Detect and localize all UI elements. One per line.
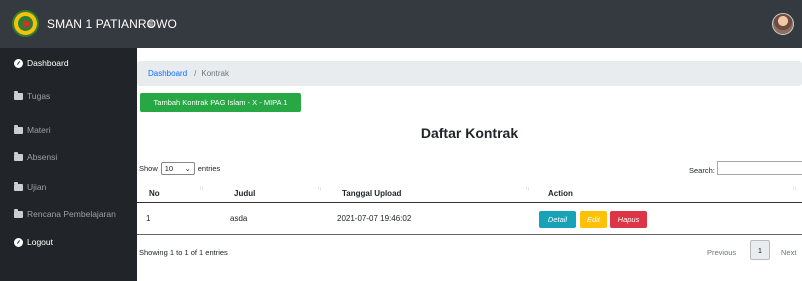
folder-icon (14, 151, 23, 161)
column-header-no[interactable]: No (149, 189, 160, 198)
search-label: Search: (689, 166, 715, 175)
sidebar-item-logout[interactable]: Logout (14, 235, 53, 249)
sidebar-item-rencana-pembelajaran[interactable]: Rencana Pembelajaran (14, 207, 116, 221)
breadcrumb-separator: / (194, 69, 197, 78)
sidebar-item-materi[interactable]: Materi (14, 123, 51, 137)
user-avatar-icon[interactable] (772, 13, 794, 35)
entries-label: entries (197, 164, 221, 173)
pagination-previous[interactable]: Previous (707, 248, 736, 257)
kontrak-table: No ↑↓ Judul ↑↓ Tanggal Upload ↑↓ Action … (137, 180, 802, 235)
sort-icon[interactable]: ↑↓ (199, 186, 204, 192)
pagination-page-1[interactable]: 1 (750, 240, 770, 260)
page-title: Daftar Kontrak (420, 125, 519, 141)
folder-icon (14, 208, 23, 218)
sort-icon[interactable]: ↑↓ (317, 186, 322, 192)
brand-name[interactable]: SMAN 1 PATIANROWO (47, 17, 177, 31)
chevron-down-icon: ⌄ (184, 164, 191, 173)
entries-select-value: 10 (164, 164, 174, 173)
folder-icon (14, 124, 23, 134)
folder-icon (14, 181, 23, 191)
column-header-action[interactable]: Action (548, 189, 573, 198)
sidebar-item-label: Materi (27, 125, 51, 135)
sidebar: Dashboard Tugas Materi Absensi Ujian Ren… (0, 48, 137, 281)
school-emblem-icon[interactable] (12, 10, 39, 37)
table-header-row: No ↑↓ Judul ↑↓ Tanggal Upload ↑↓ Action … (137, 180, 802, 203)
column-header-tanggal-upload[interactable]: Tanggal Upload (342, 189, 401, 198)
table-info: Showing 1 to 1 of 1 entries (139, 248, 228, 257)
entries-select[interactable]: 10 ⌄ (160, 162, 195, 175)
cell-tanggal-upload: 2021-07-07 19:46:02 (337, 214, 412, 223)
detail-button[interactable]: Detail (539, 211, 576, 228)
sidebar-item-label: Absensi (27, 152, 58, 162)
table-row: 1 asda 2021-07-07 19:46:02 Detail Edit H… (137, 203, 802, 235)
sort-icon[interactable]: ↑↓ (792, 186, 797, 192)
show-label: Show (139, 164, 158, 173)
folder-icon (14, 90, 23, 100)
show-entries-control: Show 10 ⌄ entries (139, 162, 220, 175)
breadcrumb-current: Kontrak (201, 69, 229, 78)
sidebar-item-dashboard[interactable]: Dashboard (14, 56, 69, 70)
menu-toggle-icon[interactable]: ≡ (147, 17, 154, 31)
column-header-judul[interactable]: Judul (234, 189, 255, 198)
sort-icon[interactable]: ↑↓ (525, 186, 530, 192)
sidebar-item-label: Rencana Pembelajaran (27, 209, 116, 219)
add-kontrak-button[interactable]: Tambah Kontrak PAG Islam - X - MIPA 1 (140, 93, 301, 112)
cell-no: 1 (146, 214, 151, 223)
sidebar-item-label: Logout (27, 237, 53, 247)
sidebar-item-absensi[interactable]: Absensi (14, 150, 57, 164)
sidebar-item-ujian[interactable]: Ujian (14, 180, 46, 194)
top-navbar: SMAN 1 PATIANROWO ≡ (0, 0, 802, 48)
sidebar-item-label: Tugas (27, 91, 51, 101)
sidebar-item-tugas[interactable]: Tugas (14, 89, 50, 103)
breadcrumb-home-link[interactable]: Dashboard (148, 69, 187, 78)
sidebar-item-label: Dashboard (27, 58, 69, 68)
dashboard-gauge-icon (14, 58, 23, 68)
search-input[interactable] (717, 161, 802, 175)
pagination-next[interactable]: Next (781, 248, 796, 257)
breadcrumb: Dashboard / Kontrak (137, 61, 802, 86)
hapus-button[interactable]: Hapus (610, 211, 647, 228)
dashboard-gauge-icon (14, 237, 23, 247)
sidebar-item-label: Ujian (27, 182, 47, 192)
cell-judul: asda (230, 214, 248, 223)
edit-button[interactable]: Edit (580, 211, 607, 228)
